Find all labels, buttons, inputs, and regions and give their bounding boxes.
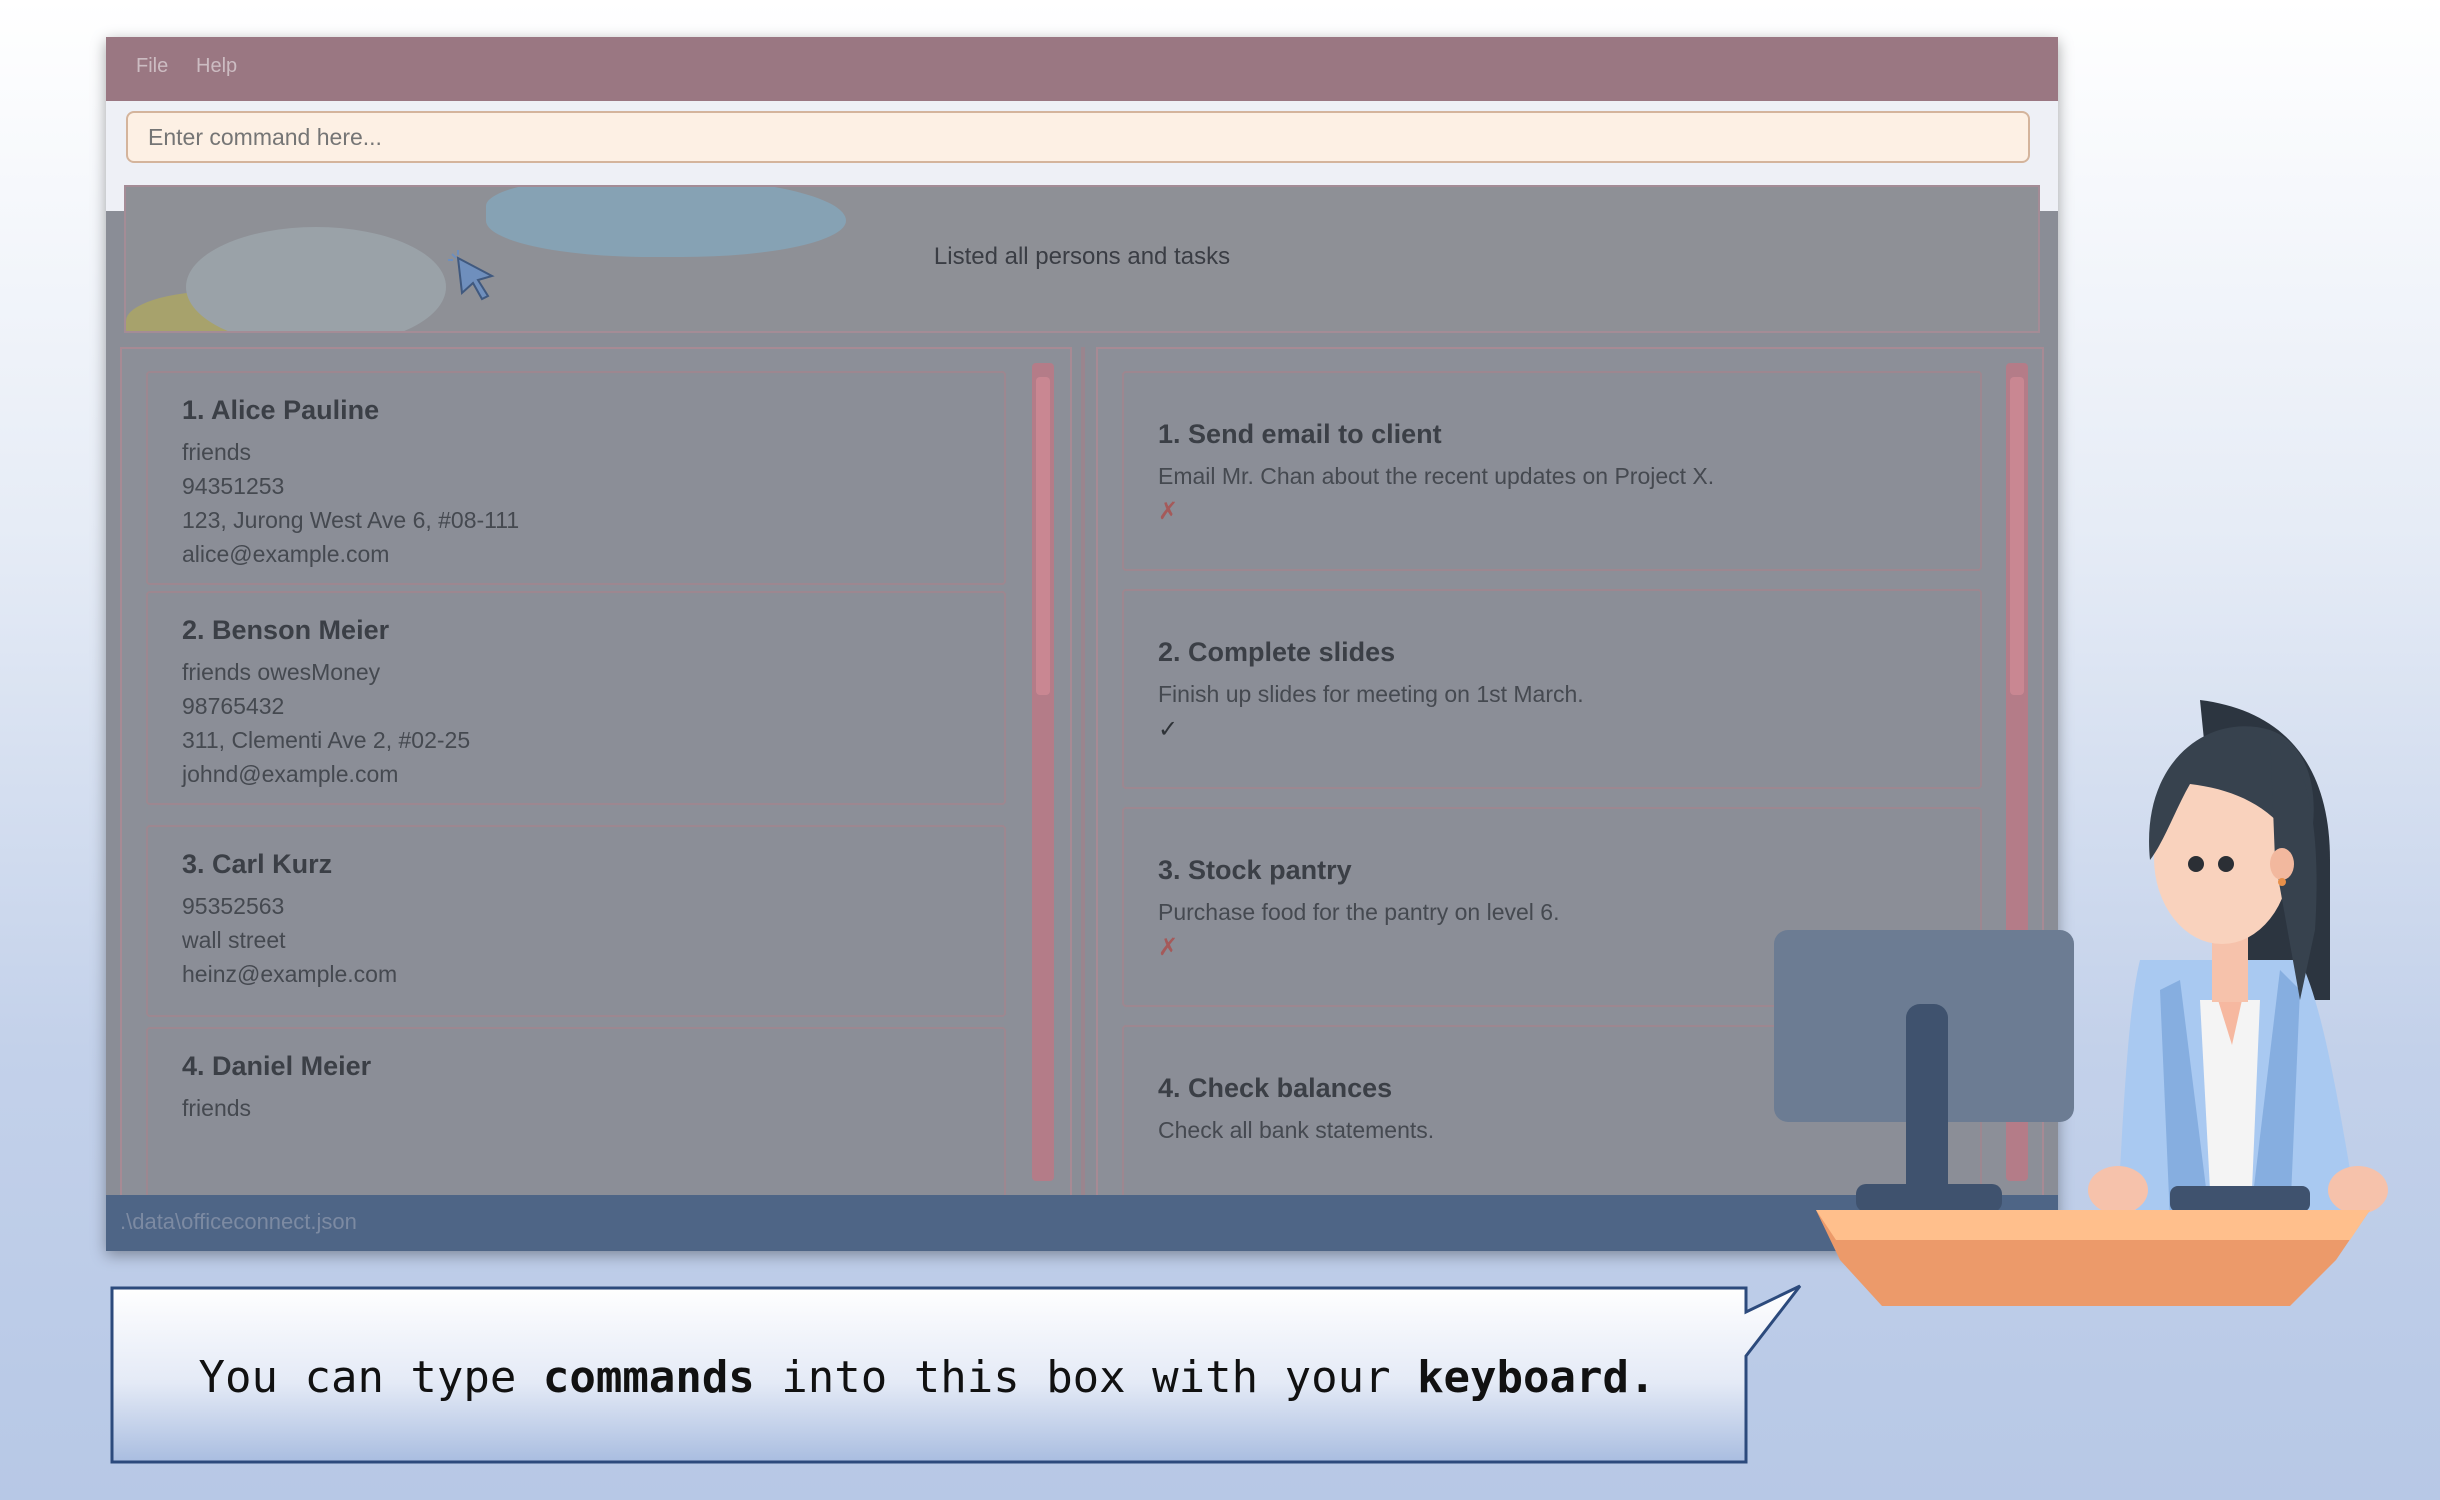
person-list-scroll-thumb[interactable]: [1036, 377, 1050, 695]
person-detail: 94351253: [182, 473, 285, 499]
person-name-text: Carl Kurz: [212, 849, 333, 879]
person-detail: 95352563: [182, 893, 285, 919]
person-index: 3.: [182, 849, 205, 879]
panel-divider[interactable]: [1081, 347, 1085, 1227]
task-title-text: Complete slides: [1188, 637, 1396, 667]
task-list-scroll-thumb[interactable]: [2010, 377, 2024, 695]
task-index: 2.: [1158, 637, 1181, 667]
task-title-text: Stock pantry: [1188, 855, 1352, 885]
person-index: 1.: [182, 395, 205, 425]
task-title-text: Check balances: [1188, 1073, 1393, 1103]
person-name: 4. Daniel Meier: [182, 1051, 371, 1082]
menu-file[interactable]: File: [136, 55, 168, 78]
person-list-scrollbar[interactable]: [1032, 363, 1054, 1181]
person-name: 1. Alice Pauline: [182, 395, 379, 426]
tooltip-text-keyboard: keyboard.: [1417, 1352, 1656, 1403]
person-name: 3. Carl Kurz: [182, 849, 332, 880]
office-worker-illustration: [1774, 700, 2388, 1306]
menu-help[interactable]: Help: [196, 55, 237, 78]
task-card[interactable]: 1. Send email to client Email Mr. Chan ab…: [1122, 371, 1982, 571]
tooltip-text-commands: commands: [542, 1352, 755, 1403]
result-display: Listed all persons and tasks: [124, 185, 2040, 333]
person-detail: friends: [182, 1095, 252, 1121]
task-description: Email Mr. Chan about the recent updates …: [1158, 463, 1715, 489]
person-index: 2.: [182, 615, 205, 645]
task-title: 2. Complete slides: [1158, 637, 1395, 668]
task-description: Finish up slides for meeting on 1st Marc…: [1158, 681, 1584, 707]
person-list-panel: 4. Daniel Meier friends 3. Carl Kurz 953525…: [120, 347, 1072, 1227]
task-index: 1.: [1158, 419, 1181, 449]
command-input[interactable]: [126, 111, 2030, 163]
task-done-check-icon: ✓: [1158, 716, 1179, 743]
task-description: Check all bank statements.: [1158, 1117, 1435, 1143]
person-detail: friends: [182, 439, 252, 465]
tooltip-text: You can type commands into this box with…: [112, 1352, 1742, 1403]
person-detail: 311, Clementi Ave 2, #02-25: [182, 727, 471, 753]
tooltip-text-mid: into this box with your: [754, 1352, 1418, 1403]
person-detail: alice@example.com: [182, 541, 390, 567]
person-name: 2. Benson Meier: [182, 615, 389, 646]
task-title: 3. Stock pantry: [1158, 855, 1352, 886]
task-title: 4. Check balances: [1158, 1073, 1392, 1104]
person-detail: 123, Jurong West Ave 6, #08-111: [182, 507, 520, 533]
task-index: 4.: [1158, 1073, 1181, 1103]
task-not-done-cross-icon: ✗: [1158, 498, 1179, 525]
task-title-text: Send email to client: [1188, 419, 1442, 449]
save-file-path: .\data\officeconnect.json: [120, 1209, 357, 1234]
person-detail: wall street: [182, 927, 286, 953]
person-card[interactable]: 1. Alice Pauline friends 94351253 123, Juro…: [146, 371, 1006, 585]
person-detail: heinz@example.com: [182, 961, 398, 987]
mouse-pointer-icon: [448, 250, 495, 301]
person-index: 4.: [182, 1051, 205, 1081]
person-detail: friends owesMoney: [182, 659, 381, 685]
person-name-text: Daniel Meier: [212, 1051, 372, 1081]
task-title: 1. Send email to client: [1158, 419, 1442, 450]
person-card[interactable]: 3. Carl Kurz 95352563 wall street heinz@exa…: [146, 825, 1006, 1017]
task-description: Purchase food for the pantry on level 6.: [1158, 899, 1560, 925]
result-text: Listed all persons and tasks: [933, 243, 1231, 270]
person-name-text: Alice Pauline: [211, 395, 380, 425]
tooltip-text-pre: You can type: [198, 1352, 543, 1403]
task-index: 3.: [1158, 855, 1181, 885]
person-name-text: Benson Meier: [212, 615, 390, 645]
person-detail: 98765432: [182, 693, 285, 719]
menu-bar: File Help: [106, 37, 2058, 101]
person-card[interactable]: 2. Benson Meier friends owesMoney 98765432…: [146, 591, 1006, 805]
task-not-done-cross-icon: ✗: [1158, 934, 1179, 961]
person-detail: johnd@example.com: [182, 761, 399, 787]
